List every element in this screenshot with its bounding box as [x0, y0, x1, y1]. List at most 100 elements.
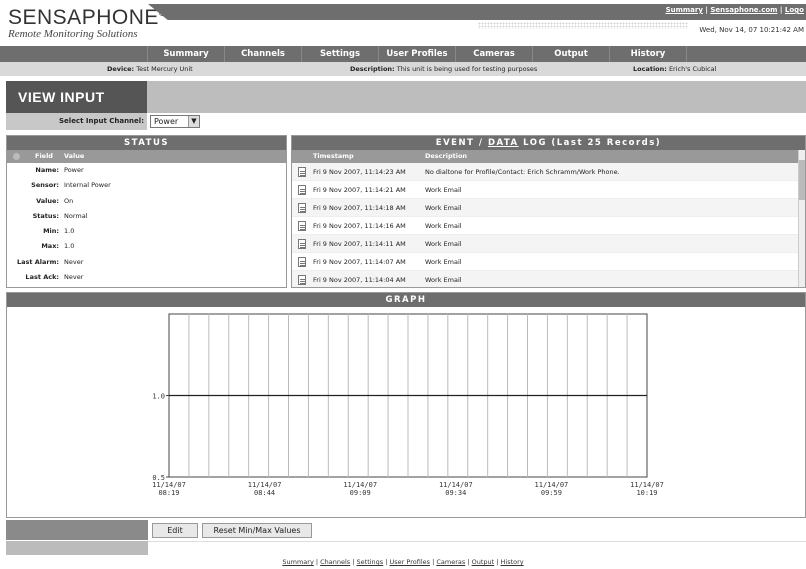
- page-title: VIEW INPUT: [6, 81, 147, 113]
- event-col-description: Description: [425, 152, 468, 160]
- edit-button[interactable]: Edit: [152, 523, 198, 538]
- location-value: Erich's Cubical: [668, 65, 717, 73]
- x-tick-label: 11/14/07: [248, 481, 282, 489]
- device-value: Test Mercury Unit: [136, 65, 193, 73]
- nav-summary[interactable]: Summary: [148, 46, 225, 62]
- event-row: Fri 9 Nov 2007, 11:14:23 AM No dialtone f…: [292, 163, 805, 181]
- footer-link-cameras[interactable]: Cameras: [436, 558, 465, 566]
- status-row: Last Alarm: Never: [7, 255, 286, 270]
- event-timestamp: Fri 9 Nov 2007, 11:14:11 AM: [313, 240, 406, 248]
- event-description: No dialtone for Profile/Contact: Erich S…: [425, 168, 620, 176]
- top-links: Summary | Sensaphone.com | Logo: [665, 6, 804, 14]
- status-field: Value:: [36, 196, 59, 205]
- x-tick-label: 11/14/07: [343, 481, 377, 489]
- status-col-field: Field: [35, 152, 53, 160]
- event-rows: Fri 9 Nov 2007, 11:14:23 AM No dialtone f…: [292, 163, 805, 287]
- footer-link-channels[interactable]: Channels: [320, 558, 350, 566]
- top-link-logout[interactable]: Logo: [785, 6, 804, 14]
- status-field: Last Alarm:: [17, 257, 59, 266]
- x-tick-label: 09:09: [350, 489, 371, 497]
- top-link-sensaphone[interactable]: Sensaphone.com: [710, 6, 777, 14]
- event-row: Fri 9 Nov 2007, 11:14:04 AM Work Email: [292, 271, 805, 287]
- event-description: Work Email: [425, 276, 462, 284]
- nav-user-profiles[interactable]: User Profiles: [379, 46, 456, 62]
- status-header-row: Field Value: [7, 150, 286, 163]
- event-log-scrollbar[interactable]: [798, 150, 805, 287]
- select-channel-label: Select Input Channel:: [6, 113, 147, 130]
- status-value: Never: [64, 257, 84, 266]
- status-title: STATUS: [7, 136, 286, 150]
- nav-output[interactable]: Output: [533, 46, 610, 62]
- footer-link-summary[interactable]: Summary: [282, 558, 313, 566]
- chevron-down-icon[interactable]: ▼: [188, 116, 199, 127]
- document-icon[interactable]: [298, 167, 306, 177]
- document-icon[interactable]: [298, 203, 306, 213]
- x-tick-label: 09:59: [541, 489, 562, 497]
- event-timestamp: Fri 9 Nov 2007, 11:14:16 AM: [313, 222, 406, 230]
- status-value: Power: [64, 166, 84, 174]
- status-value: Internal Power: [64, 181, 111, 190]
- event-description: Work Email: [425, 258, 462, 266]
- nav-channels[interactable]: Channels: [225, 46, 302, 62]
- nav-cameras[interactable]: Cameras: [456, 46, 533, 62]
- status-field: Last Ack:: [25, 273, 59, 282]
- brand-subtitle: Remote Monitoring Solutions: [8, 28, 138, 40]
- event-timestamp: Fri 9 Nov 2007, 11:14:21 AM: [313, 186, 406, 194]
- device-info: Device: Test Mercury Unit: [107, 62, 193, 76]
- status-row: Sensor: Internal Power: [7, 178, 286, 193]
- reset-min-max-button[interactable]: Reset Min/Max Values: [202, 523, 312, 538]
- nav-history[interactable]: History: [610, 46, 687, 62]
- status-row: Min: 1.0: [7, 224, 286, 239]
- data-log-link[interactable]: DATA: [488, 138, 519, 148]
- event-log-panel: EVENT / DATA LOG (Last 25 Records) Times…: [291, 135, 806, 288]
- x-tick-label: 09:34: [445, 489, 466, 497]
- event-timestamp: Fri 9 Nov 2007, 11:14:04 AM: [313, 276, 406, 284]
- channel-select-value: Power: [154, 117, 179, 126]
- event-row: Fri 9 Nov 2007, 11:14:07 AM Work Email: [292, 253, 805, 271]
- footer-link-settings[interactable]: Settings: [357, 558, 384, 566]
- status-row: Last Ack: Never: [7, 270, 286, 285]
- event-col-timestamp: Timestamp: [313, 152, 354, 160]
- status-row: Name: Power: [7, 163, 286, 178]
- brand-name: SENSAPHONE: [8, 6, 159, 29]
- document-icon[interactable]: [298, 185, 306, 195]
- x-tick-label: 11/14/07: [152, 481, 186, 489]
- status-field: Min:: [43, 227, 59, 236]
- footer-links: Summary | Channels | Settings | User Pro…: [282, 558, 524, 566]
- channel-select[interactable]: Power ▼: [150, 115, 200, 128]
- status-value: 1.0: [64, 242, 75, 251]
- event-description: Work Email: [425, 240, 462, 248]
- current-datetime: Wed, Nov 14, 07 10:21:42 AM: [699, 26, 804, 34]
- x-tick-label: 11/14/07: [439, 481, 473, 489]
- status-panel: STATUS Field Value Name: Power Sensor: Int…: [6, 135, 287, 288]
- bottom-bar: [6, 541, 148, 555]
- document-icon[interactable]: [298, 239, 306, 249]
- graph-panel: GRAPH 1.0 0.5 11/14/07 08:19 11/14/07 08:44 11…: [6, 292, 806, 518]
- footer-link-history[interactable]: History: [501, 558, 524, 566]
- status-field: Max:: [41, 242, 59, 251]
- scrollbar-thumb[interactable]: [799, 160, 805, 200]
- main-nav: Summary Channels Settings User Profiles …: [0, 46, 806, 62]
- top-link-summary[interactable]: Summary: [666, 6, 703, 14]
- document-icon[interactable]: [298, 275, 306, 285]
- title-strip: [147, 81, 806, 113]
- footer-link-output[interactable]: Output: [472, 558, 495, 566]
- status-value: 1.0: [64, 227, 75, 236]
- document-icon[interactable]: [298, 221, 306, 231]
- x-tick-label: 11/14/07: [535, 481, 569, 489]
- status-value: Never: [64, 273, 84, 282]
- event-timestamp: Fri 9 Nov 2007, 11:14:18 AM: [313, 204, 406, 212]
- x-tick-label: 11/14/07: [630, 481, 664, 489]
- status-col-value: Value: [64, 152, 85, 160]
- nav-settings[interactable]: Settings: [302, 46, 379, 62]
- event-description: Work Email: [425, 186, 462, 194]
- document-icon[interactable]: [298, 257, 306, 267]
- event-description: Work Email: [425, 222, 462, 230]
- footer-link-user-profiles[interactable]: User Profiles: [390, 558, 430, 566]
- device-info-bar: Device: Test Mercury Unit Description: T…: [0, 62, 806, 76]
- circle-icon: [13, 153, 20, 160]
- event-row: Fri 9 Nov 2007, 11:14:18 AM Work Email: [292, 199, 805, 217]
- event-row: Fri 9 Nov 2007, 11:14:11 AM Work Email: [292, 235, 805, 253]
- graph-chart: 1.00.511/14/0708:1911/14/0708:4411/14/07…: [152, 313, 664, 497]
- status-value: On: [64, 196, 74, 205]
